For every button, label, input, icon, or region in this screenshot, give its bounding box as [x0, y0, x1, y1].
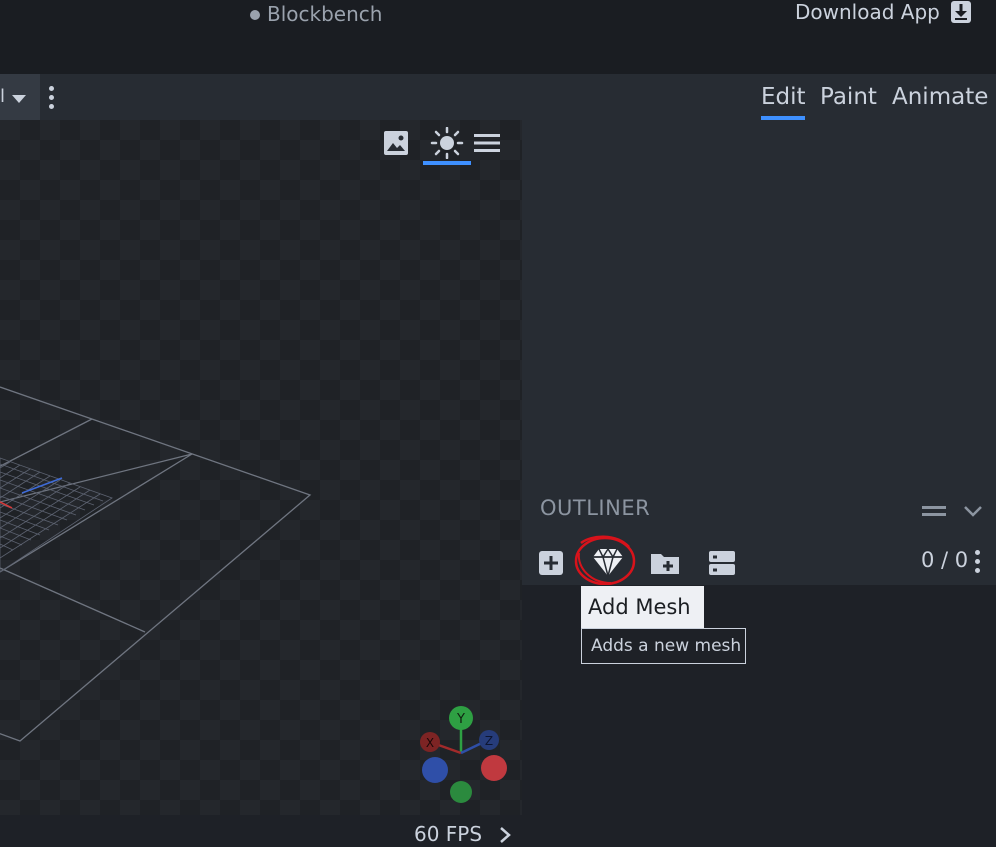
- chevron-down-icon[interactable]: [12, 95, 26, 103]
- window-title: Blockbench: [267, 2, 383, 26]
- chevron-right-icon[interactable]: [498, 826, 512, 844]
- fps-counter: 60 FPS: [414, 822, 483, 846]
- collapse-all-icon[interactable]: [707, 548, 737, 578]
- panel-drag-icon[interactable]: [922, 502, 946, 520]
- more-options-icon[interactable]: [48, 86, 56, 112]
- tab-paint[interactable]: Paint: [820, 84, 877, 110]
- add-folder-icon[interactable]: [650, 548, 680, 578]
- axis-neg-x-handle[interactable]: [481, 755, 507, 781]
- outliner-title: OUTLINER: [540, 496, 651, 520]
- tooltip-description: Adds a new mesh: [581, 628, 746, 664]
- axis-neg-z-handle[interactable]: [422, 757, 448, 783]
- active-tool-indicator: [423, 161, 471, 165]
- tab-edit[interactable]: Edit: [761, 84, 806, 110]
- axis-z-label: Z: [485, 734, 493, 748]
- axis-neg-y-handle[interactable]: [450, 781, 472, 803]
- menu-icon[interactable]: [474, 131, 500, 155]
- axis-gizmo[interactable]: Y X Z: [415, 702, 515, 804]
- sun-icon[interactable]: [430, 127, 464, 159]
- download-app-link[interactable]: Download App: [795, 0, 940, 24]
- unsaved-indicator-dot: [250, 10, 260, 20]
- outliner-count: 0 / 0: [921, 548, 969, 572]
- annotation-circle: [574, 535, 636, 586]
- tooltip-title: Add Mesh: [581, 586, 704, 628]
- axis-x-label: X: [426, 736, 434, 750]
- axis-y-label: Y: [456, 712, 465, 727]
- more-options-icon[interactable]: [974, 550, 982, 576]
- add-cube-icon[interactable]: [536, 548, 566, 578]
- tab-animate[interactable]: Animate: [892, 84, 988, 110]
- mode-select-value: l: [0, 86, 6, 107]
- chevron-down-icon[interactable]: [962, 502, 984, 520]
- download-icon[interactable]: [950, 0, 972, 24]
- image-icon[interactable]: [383, 130, 409, 156]
